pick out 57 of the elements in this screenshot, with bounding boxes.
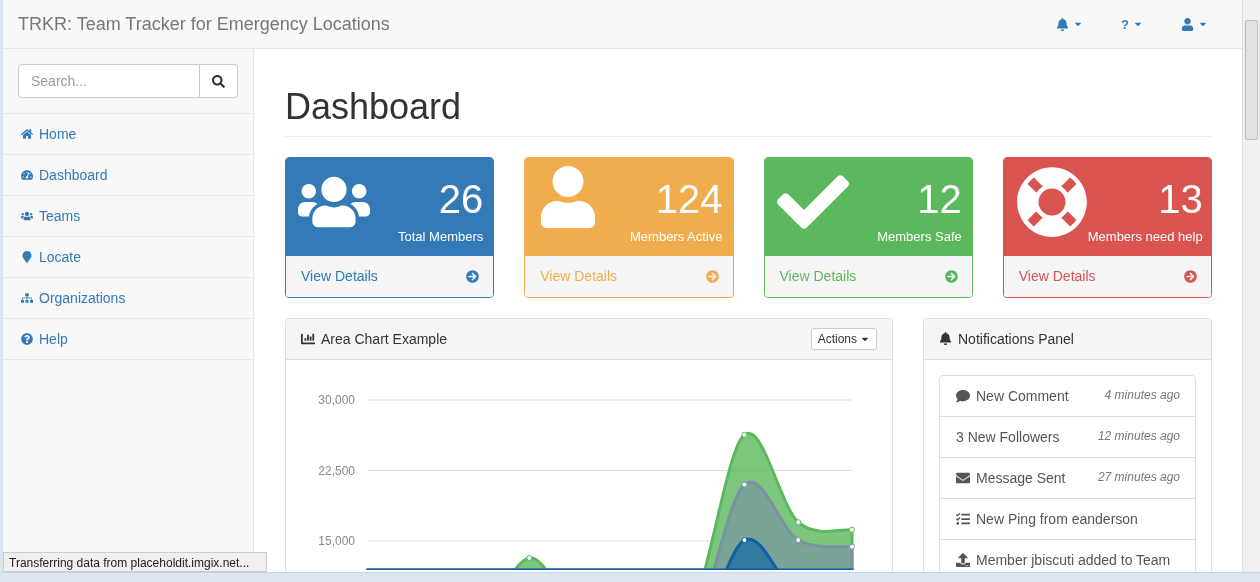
sidebar-item[interactable]: Help [3, 319, 253, 360]
view-details-link[interactable]: View Details [764, 255, 972, 297]
dashboard-icon [21, 169, 33, 181]
sitemap-icon [21, 292, 33, 304]
data-point [795, 536, 802, 543]
data-point [741, 481, 748, 488]
sidebar-item[interactable]: Organizations [3, 278, 253, 319]
bell-icon [1056, 17, 1070, 31]
axis-label: 30,000 [318, 392, 355, 407]
sidebar-item[interactable]: Dashboard [3, 155, 253, 196]
help-menu[interactable]: ? [1117, 10, 1147, 38]
user-icon [1181, 17, 1194, 31]
data-point [795, 518, 802, 525]
data-point [526, 554, 533, 561]
list-icon [956, 511, 970, 526]
search-icon [212, 74, 225, 88]
search-field[interactable]: Search... [18, 64, 200, 98]
stat-value: 13 [1158, 178, 1203, 219]
upload-icon [956, 552, 970, 567]
sidebar-item[interactable]: Teams [3, 196, 253, 237]
stat-label: Members Active [630, 228, 723, 244]
sidebar-item[interactable]: Locate [3, 237, 253, 278]
search-button[interactable] [200, 64, 238, 98]
group-icon [21, 210, 33, 222]
data-point [741, 536, 748, 543]
map-marker-icon [21, 251, 33, 263]
status-bar-text: Transferring data from placeholdit.imgix.net... [3, 552, 267, 572]
app-title: TRKR: Team Tracker for Emergency Locations [18, 13, 391, 35]
page-title: Dashboard [285, 87, 1212, 137]
view-details-link[interactable]: View Details [286, 255, 494, 297]
stat-value: 26 [438, 178, 484, 219]
view-details-link[interactable]: View Details [1003, 255, 1211, 297]
panel-title: Area Chart Example [321, 330, 449, 347]
bell-icon [939, 332, 952, 346]
data-point [849, 543, 855, 550]
home-icon [21, 128, 33, 140]
scrollbar[interactable] [1242, 0, 1260, 572]
notification-item[interactable]: New Ping from eanderson [940, 498, 1195, 540]
notification-item[interactable]: New Comment 4 minutes ago [940, 375, 1195, 417]
notification-item[interactable]: 3 New Followers 12 minutes ago [940, 416, 1195, 458]
stat-label: Members Safe [877, 228, 962, 244]
stat-label: Members need help [1087, 228, 1203, 244]
notification-item[interactable]: Message Sent 27 minutes ago [940, 457, 1195, 499]
panel-title: Notifications Panel [958, 330, 1075, 347]
question-icon [21, 333, 33, 345]
stat-value: 12 [917, 178, 962, 219]
data-point [741, 431, 748, 438]
data-point [849, 526, 855, 533]
stat-value: 124 [655, 178, 723, 219]
bar-chart-icon [301, 331, 315, 346]
actions-button[interactable]: Actions [810, 327, 877, 350]
axis-label: 15,000 [318, 533, 355, 548]
comment-icon [956, 388, 970, 403]
stat-label: Total Members [398, 228, 484, 244]
envelope-icon [956, 470, 970, 485]
sidebar-item[interactable]: Home [3, 114, 253, 155]
axis-label: 22,500 [318, 463, 355, 478]
